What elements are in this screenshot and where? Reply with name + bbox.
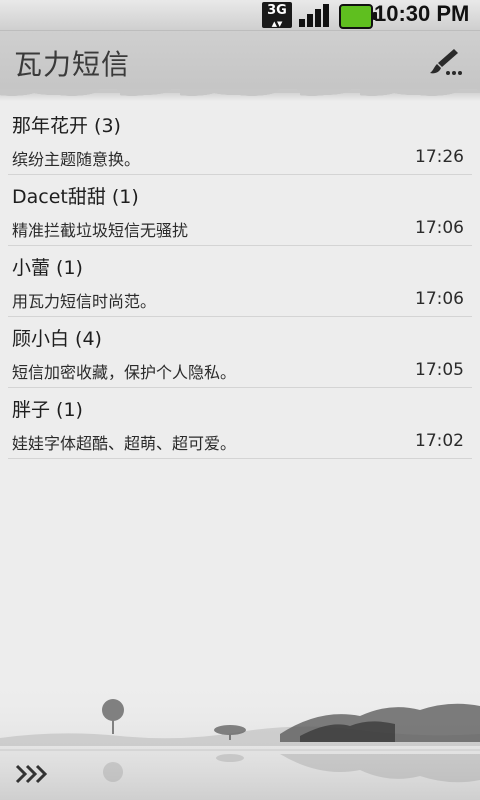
message-preview: 精准拦截垃圾短信无骚扰 <box>12 221 189 240</box>
contact-name: Dacet甜甜 (1) <box>12 186 139 208</box>
landscape-illustration <box>0 680 480 800</box>
contact-name: 胖子 (1) <box>12 399 83 421</box>
page-title: 瓦力短信 <box>14 48 131 81</box>
conversation-row[interactable]: 顾小白 (4) 短信加密收藏，保护个人隐私。 17:05 <box>8 317 472 388</box>
double-chevron-right-icon <box>15 764 48 784</box>
conversation-row[interactable]: 那年花开 (3) 缤纷主题随意换。 17:26 <box>8 104 472 175</box>
message-preview: 缤纷主题随意换。 <box>12 150 141 169</box>
message-preview: 娃娃字体超酷、超萌、超可爱。 <box>12 434 237 453</box>
status-time: 10:30 PM <box>374 1 470 26</box>
message-preview: 短信加密收藏，保护个人隐私。 <box>12 363 237 382</box>
message-preview: 用瓦力短信时尚范。 <box>12 292 157 311</box>
app-header: 瓦力短信 <box>0 31 480 101</box>
message-time: 17:06 <box>415 218 464 238</box>
contact-name: 小蕾 (1) <box>12 257 83 279</box>
conversation-row[interactable]: Dacet甜甜 (1) 精准拦截垃圾短信无骚扰 17:06 <box>8 175 472 246</box>
compose-button[interactable] <box>424 46 464 78</box>
battery-icon <box>339 4 377 29</box>
message-time: 17:26 <box>415 147 464 167</box>
message-time: 17:05 <box>415 360 464 380</box>
status-bar: 3G ▲▼ 10:30 PM <box>0 0 480 31</box>
conversation-row[interactable]: 胖子 (1) 娃娃字体超酷、超萌、超可爱。 17:02 <box>8 388 472 459</box>
conversation-row[interactable]: 小蕾 (1) 用瓦力短信时尚范。 17:06 <box>8 246 472 317</box>
contact-name: 那年花开 (3) <box>12 115 121 137</box>
contact-name: 顾小白 (4) <box>12 328 102 350</box>
signal-icon <box>299 4 329 27</box>
message-time: 17:06 <box>415 289 464 309</box>
message-time: 17:02 <box>415 431 464 451</box>
3g-icon: 3G ▲▼ <box>262 2 292 28</box>
brush-pen-icon <box>430 49 462 75</box>
conversation-list: 那年花开 (3) 缤纷主题随意换。 17:26 Dacet甜甜 (1) 精准拦截… <box>8 104 472 459</box>
menu-button[interactable] <box>14 762 48 786</box>
